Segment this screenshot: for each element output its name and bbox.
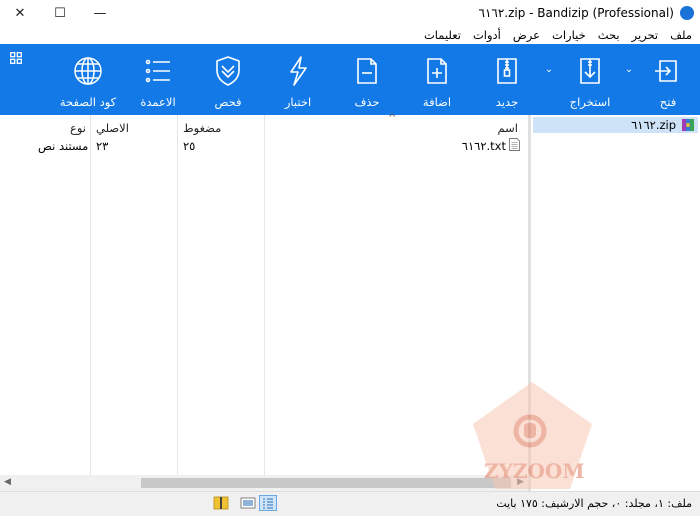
minimize-button[interactable]: — <box>80 0 120 26</box>
columns-button[interactable]: الاعمدة <box>128 44 188 115</box>
title-bar: ✕ ☐ — ٦١٦٢.zip - Bandizip (Professional) <box>0 0 700 26</box>
archive-info-icon[interactable] <box>213 496 229 510</box>
content-area: اسم ^ مضغوط الاصلي نوع ٦١٦٢.txt ٢٥ ٢٣ مس… <box>0 113 700 491</box>
menu-file[interactable]: ملف <box>670 28 692 42</box>
menu-options[interactable]: خيارات <box>552 28 586 42</box>
scan-button[interactable]: فحص <box>198 44 258 115</box>
thumbnail-view-icon[interactable] <box>240 496 256 510</box>
add-label: اضافة <box>422 95 452 109</box>
delete-button[interactable]: حذف <box>337 44 397 115</box>
globe-icon <box>74 57 102 85</box>
zip-archive-icon <box>682 119 694 131</box>
text-file-icon <box>509 138 520 151</box>
test-label: اختبار <box>284 95 312 109</box>
extract-label: استخراج <box>569 95 611 109</box>
menu-view[interactable]: عرض <box>513 28 540 42</box>
menu-find[interactable]: بحث <box>598 28 620 42</box>
delete-label: حذف <box>354 95 380 109</box>
file-type: مستند نص <box>38 139 89 153</box>
scan-label: فحص <box>214 95 242 109</box>
file-original-size: ٢٣ <box>96 139 109 153</box>
window-title: ٦١٦٢.zip - Bandizip (Professional) <box>478 6 675 20</box>
file-compressed-size: ٢٥ <box>183 139 196 153</box>
close-icon: ✕ <box>14 5 26 21</box>
close-button[interactable]: ✕ <box>0 0 40 26</box>
scroll-left-icon[interactable]: ◀ <box>4 477 11 487</box>
bandizip-logo-icon <box>680 6 694 20</box>
new-label: جديد <box>495 95 519 109</box>
tree-item-root[interactable]: ٦١٦٢.zip <box>533 117 698 133</box>
chevron-down-icon: ⌄ <box>544 64 554 75</box>
file-name: ٦١٦٢.txt <box>461 139 506 153</box>
maximize-button[interactable]: ☐ <box>40 0 80 26</box>
menu-bar: ملف تحرير بحث خيارات عرض أدوات تعليمات <box>0 26 700 44</box>
tree-item-label: ٦١٦٢.zip <box>631 118 676 132</box>
list-icon <box>145 59 170 83</box>
menu-tools[interactable]: أدوات <box>473 28 501 42</box>
horizontal-scrollbar[interactable]: ◀ ▶ <box>0 475 528 491</box>
open-icon <box>655 60 677 82</box>
delete-file-icon <box>357 58 377 84</box>
menu-edit[interactable]: تحرير <box>632 28 659 42</box>
add-file-icon <box>427 58 447 84</box>
column-divider <box>90 115 91 475</box>
layout-grid-icon[interactable] <box>10 52 22 64</box>
extract-button[interactable]: استخراج <box>560 44 620 115</box>
maximize-icon: ☐ <box>54 5 66 21</box>
extract-dropdown[interactable]: ⌄ <box>543 44 555 115</box>
status-text: ملف: ١، مجلد: ٠، حجم الارشيف: ١٧٥ بايت <box>496 497 692 510</box>
shield-icon <box>216 56 240 86</box>
extract-icon <box>580 58 600 84</box>
menu-help[interactable]: تعليمات <box>424 28 461 42</box>
codepage-label: كود الصفحة <box>59 95 117 109</box>
file-list[interactable]: اسم ^ مضغوط الاصلي نوع ٦١٦٢.txt ٢٥ ٢٣ مس… <box>0 113 528 491</box>
open-button[interactable]: فتح <box>638 44 698 115</box>
scrollbar-thumb[interactable] <box>141 478 511 488</box>
sort-arrow-icon: ^ <box>388 113 397 124</box>
watermark-text: ZYZOOM <box>484 459 585 483</box>
new-archive-icon <box>497 58 517 84</box>
chevron-down-icon: ⌄ <box>624 64 634 75</box>
open-dropdown[interactable]: ⌄ <box>623 44 635 115</box>
open-label: فتح <box>659 95 677 109</box>
column-divider <box>264 115 265 475</box>
lightning-icon <box>290 56 307 86</box>
minimize-icon: — <box>93 5 107 21</box>
details-view-icon[interactable] <box>259 495 277 511</box>
column-divider <box>177 115 178 475</box>
test-button[interactable]: اختبار <box>268 44 328 115</box>
status-bar: ملف: ١، مجلد: ٠، حجم الارشيف: ١٧٥ بايت <box>0 491 700 516</box>
codepage-button[interactable]: كود الصفحة <box>58 44 118 115</box>
add-button[interactable]: اضافة <box>407 44 467 115</box>
columns-label: الاعمدة <box>140 95 176 109</box>
watermark: ZYZOOM <box>470 379 595 499</box>
new-button[interactable]: جديد <box>477 44 537 115</box>
toolbar: فتح ⌄ استخراج ⌄ جديد اضافة حذف اختبار فح… <box>0 44 700 115</box>
